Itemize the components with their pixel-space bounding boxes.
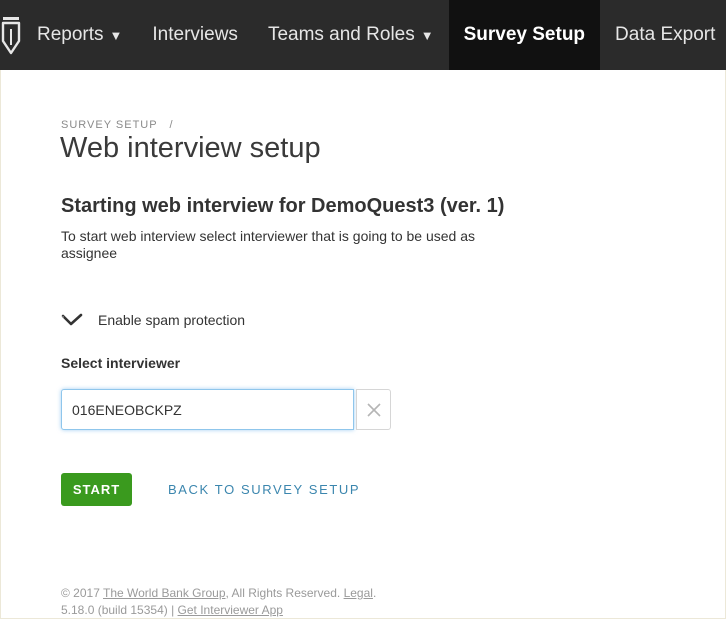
footer-version-line: 5.18.0 (build 15354) | Get Interviewer A…: [61, 602, 376, 619]
page-title: Web interview setup: [60, 132, 321, 164]
app-logo[interactable]: [0, 0, 22, 70]
footer-period: .: [372, 586, 377, 600]
breadcrumb-separator: /: [169, 119, 174, 131]
caret-down-icon: ▼: [109, 27, 123, 43]
spam-protection-label[interactable]: Enable spam protection: [98, 312, 245, 328]
select-interviewer-label: Select interviewer: [61, 355, 181, 371]
footer: © 2017 The World Bank Group, All Rights …: [61, 585, 376, 619]
nav-data-export-label: Data Export: [615, 24, 716, 45]
caret-down-icon: ▼: [420, 27, 434, 43]
nav-data-export[interactable]: Data Export: [600, 0, 726, 70]
footer-rights: , All Rights Reserved.: [225, 586, 341, 600]
nav-reports[interactable]: Reports ▼: [22, 0, 137, 70]
nav-survey-setup-label: Survey Setup: [463, 24, 586, 45]
footer-version: 5.18.0 (build 15354) |: [61, 603, 175, 617]
interviewer-input[interactable]: [61, 389, 354, 430]
footer-copyright: © 2017: [61, 586, 100, 600]
breadcrumb-survey-setup[interactable]: SURVEY SETUP: [61, 119, 157, 131]
spam-protection-checkbox[interactable]: Enable spam protection: [61, 312, 245, 328]
nav-interviews-label: Interviews: [152, 24, 238, 45]
instructions-text: To start web interview select interviewe…: [61, 228, 475, 261]
footer-app-link[interactable]: Get Interviewer App: [178, 603, 283, 617]
start-button[interactable]: START: [61, 473, 132, 506]
checkmark-icon[interactable]: [61, 312, 83, 328]
nav-interviews[interactable]: Interviews: [137, 0, 253, 70]
footer-legal-link[interactable]: Legal: [344, 586, 373, 600]
footer-copyright-line: © 2017 The World Bank Group, All Rights …: [61, 585, 376, 602]
breadcrumb: SURVEY SETUP /: [61, 119, 174, 131]
pen-nib-logo-icon: [1, 17, 21, 55]
nav-survey-setup[interactable]: Survey Setup: [448, 0, 601, 70]
clear-interviewer-button[interactable]: [356, 389, 391, 430]
close-icon: [366, 402, 381, 417]
nav-teams-and-roles-label: Teams and Roles: [267, 24, 415, 45]
footer-org-link[interactable]: The World Bank Group: [103, 586, 226, 600]
top-navbar: Reports ▼ Interviews Teams and Roles ▼ S…: [0, 0, 726, 70]
nav-reports-label: Reports: [37, 24, 104, 45]
section-title: Starting web interview for DemoQuest3 (v…: [61, 195, 505, 217]
back-to-survey-setup-link[interactable]: BACK TO SURVEY SETUP: [168, 482, 360, 497]
nav-teams-and-roles[interactable]: Teams and Roles ▼: [253, 0, 449, 70]
